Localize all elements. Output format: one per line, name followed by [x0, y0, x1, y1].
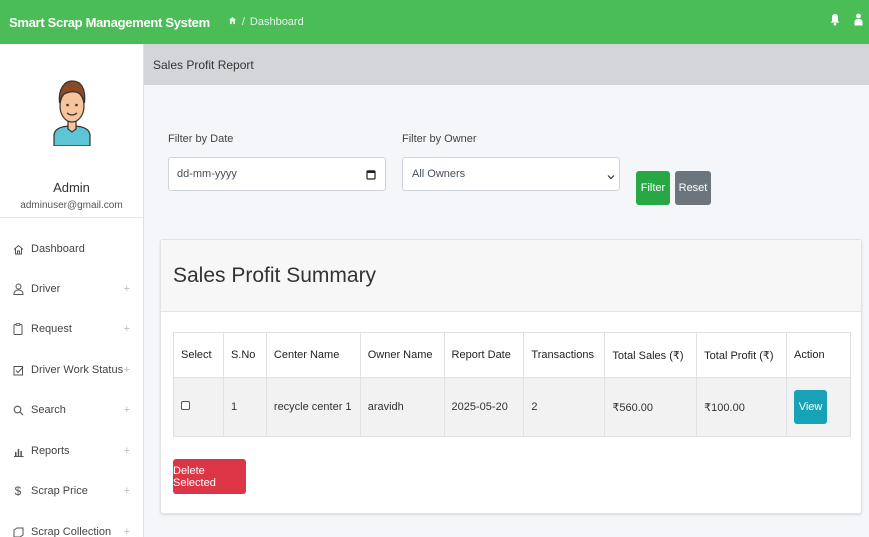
sno-cell: 1: [222, 377, 267, 437]
sidebar-item-scrap-collection[interactable]: Scrap Collection +: [0, 522, 143, 537]
column-header: S.No: [222, 332, 267, 378]
date-placeholder: dd-mm-yyyy: [177, 168, 237, 180]
sidebar-item-label: Request: [31, 323, 72, 335]
profile-email: adminuser@gmail.com: [20, 200, 123, 211]
summary-title: Sales Profit Summary: [161, 240, 861, 312]
reset-button[interactable]: Reset: [675, 171, 711, 205]
expand-icon[interactable]: +: [124, 364, 130, 376]
brand-title[interactable]: Smart Scrap Management System: [0, 15, 210, 30]
user-icon: [12, 283, 24, 295]
profile-name: Admin: [53, 180, 90, 195]
owner-filter-select[interactable]: All Owners: [402, 157, 620, 191]
sidebar-item-driver[interactable]: Driver +: [0, 279, 143, 299]
report-date-cell: 2025-05-20: [443, 377, 525, 437]
sidebar-item-dashboard[interactable]: Dashboard: [0, 239, 143, 259]
expand-icon[interactable]: +: [124, 445, 130, 457]
sidebar-item-label: Scrap Collection: [31, 526, 112, 537]
column-header: Select: [173, 332, 224, 378]
breadcrumb-current: Dashboard: [249, 16, 304, 28]
clipboard-icon: [12, 323, 24, 335]
expand-icon[interactable]: +: [124, 323, 130, 335]
column-header: Transactions: [523, 332, 606, 378]
collection-icon: [12, 526, 24, 537]
sidebar-item-label: Reports: [31, 445, 70, 457]
delete-selected-button[interactable]: Delete Selected: [173, 459, 246, 494]
table-header-row: Select S.No Center Name Owner Name Repor…: [173, 332, 851, 378]
page-title: Sales Profit Report: [144, 44, 869, 85]
bar-chart-icon: [12, 445, 24, 457]
column-header: Total Sales (₹): [604, 332, 698, 378]
expand-icon[interactable]: +: [124, 526, 130, 537]
breadcrumb-separator: /: [241, 16, 245, 28]
calendar-icon[interactable]: [366, 169, 376, 183]
action-cell: View: [786, 377, 851, 437]
sidebar-item-scrap-price[interactable]: $ Scrap Price +: [0, 481, 143, 501]
expand-icon[interactable]: +: [124, 283, 130, 295]
expand-icon[interactable]: +: [124, 485, 130, 497]
column-header: Report Date: [443, 332, 525, 378]
dollar-icon: $: [14, 484, 22, 498]
sidebar-item-driver-work-status[interactable]: Driver Work Status +: [0, 360, 143, 380]
breadcrumb: / Dashboard: [228, 16, 304, 28]
sidebar-item-label: Driver Work Status: [31, 364, 124, 376]
checkbox-icon: [12, 364, 24, 376]
owner-selected-value: All Owners: [412, 168, 466, 180]
total-sales-cell: ₹560.00: [604, 377, 698, 437]
avatar: [52, 80, 91, 146]
sidebar-item-label: Scrap Price: [31, 485, 88, 497]
top-icons: [830, 13, 863, 26]
user-icon[interactable]: [854, 13, 863, 26]
sidebar-item-reports[interactable]: Reports +: [0, 441, 143, 461]
summary-card: Sales Profit Summary Select S.No Center …: [160, 239, 862, 514]
view-button[interactable]: View: [794, 390, 828, 424]
owner-name-cell: aravidh: [359, 377, 445, 437]
home-icon[interactable]: [228, 16, 237, 28]
owner-filter-label: Filter by Owner: [402, 133, 477, 145]
sidebar-item-label: Driver: [31, 283, 61, 295]
column-header: Total Profit (₹): [696, 332, 788, 378]
select-cell: [173, 377, 224, 437]
sidebar-item-label: Search: [31, 404, 66, 416]
date-filter-input[interactable]: dd-mm-yyyy: [168, 157, 386, 191]
table-row: 1 recycle center 1 aravidh 2025-05-20 2 …: [173, 377, 851, 437]
profile-panel: Admin adminuser@gmail.com: [0, 44, 143, 218]
column-header: Center Name: [265, 332, 361, 378]
date-filter-label: Filter by Date: [168, 133, 234, 145]
sidebar: Admin adminuser@gmail.com Dashboard Driv…: [0, 44, 144, 537]
column-header: Owner Name: [359, 332, 445, 378]
top-navbar: Smart Scrap Management System / Dashboar…: [0, 0, 869, 44]
home-icon: [12, 243, 24, 255]
bell-icon[interactable]: [830, 13, 840, 26]
center-name-cell: recycle center 1: [265, 377, 361, 437]
filter-button[interactable]: Filter: [636, 171, 670, 205]
sidebar-item-search[interactable]: Search +: [0, 400, 143, 420]
summary-table: Select S.No Center Name Owner Name Repor…: [173, 332, 851, 437]
chevron-down-icon: [607, 171, 615, 183]
sidebar-item-label: Dashboard: [31, 243, 85, 255]
search-icon: [12, 404, 24, 416]
total-profit-cell: ₹100.00: [696, 377, 788, 437]
transactions-cell: 2: [523, 377, 606, 437]
row-checkbox[interactable]: [181, 401, 190, 410]
sidebar-item-request[interactable]: Request +: [0, 319, 143, 339]
column-header: Action: [786, 332, 851, 378]
expand-icon[interactable]: +: [124, 404, 130, 416]
